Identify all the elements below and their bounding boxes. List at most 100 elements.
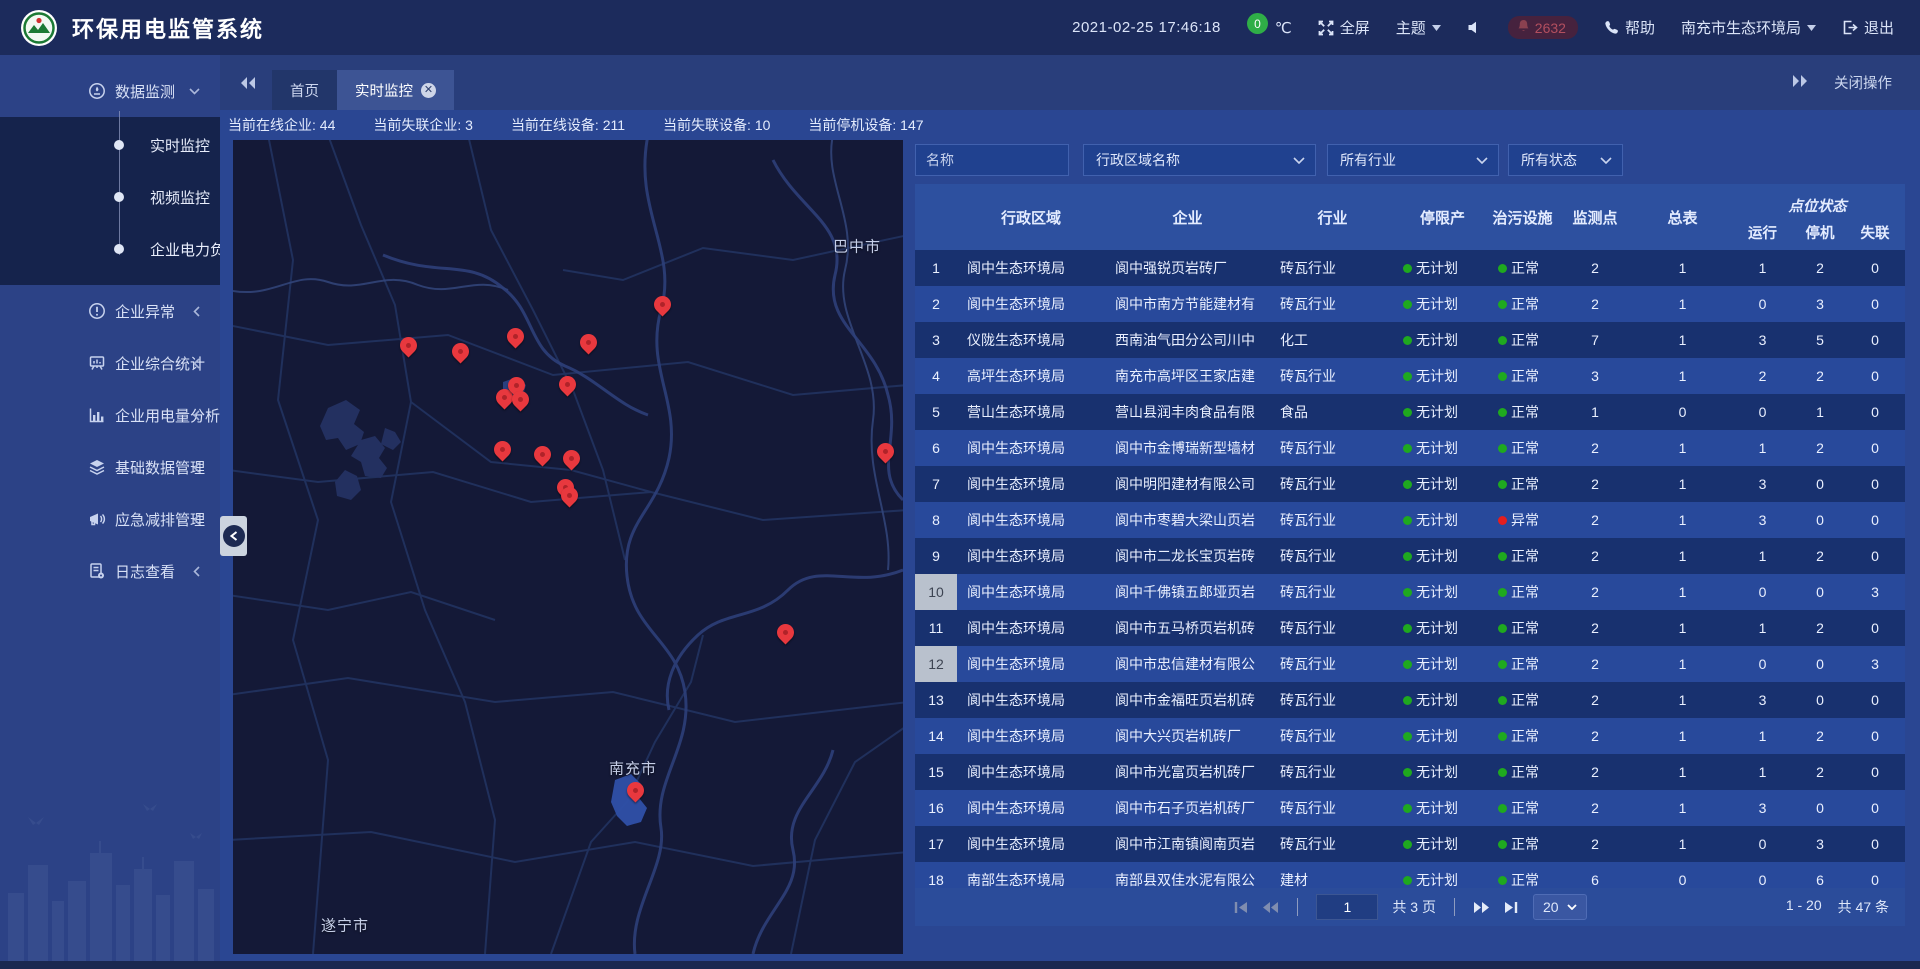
page-number-input[interactable] xyxy=(1316,894,1378,920)
sidebar-item-企业用电量分析[interactable]: 企业用电量分析 xyxy=(0,389,220,441)
cell-industry: 砖瓦行业 xyxy=(1270,826,1395,862)
sidebar-subitem-实时监控[interactable]: 实时监控 xyxy=(0,119,220,171)
cell-facility-status: 正常 xyxy=(1490,286,1555,322)
fullscreen-button[interactable]: 全屏 xyxy=(1318,17,1370,38)
main-area: 首页实时监控✕ 关闭操作 当前在线企业: 44当前失联企业: 3当前在线设备: … xyxy=(220,55,1920,969)
status-dot-green-icon xyxy=(1403,552,1412,561)
chevron-left-icon xyxy=(193,306,200,317)
sidebar-item-应急减排管理[interactable]: 应急减排管理 xyxy=(0,493,220,545)
sidebar-item-基础数据管理[interactable]: 基础数据管理 xyxy=(0,441,220,493)
cell-industry: 砖瓦行业 xyxy=(1270,286,1395,322)
table-row[interactable]: 6阆中生态环境局阆中市金博瑞新型墙材砖瓦行业无计划正常21120 xyxy=(915,430,1905,466)
help-button[interactable]: 帮助 xyxy=(1604,17,1655,38)
last-page-button[interactable] xyxy=(1504,901,1519,914)
chart-icon xyxy=(88,406,106,424)
column-header-enterprise: 企业 xyxy=(1105,184,1270,250)
cell-monitor-points: 2 xyxy=(1555,430,1635,466)
table-row[interactable]: 9阆中生态环境局阆中市二龙长宝页岩砖砖瓦行业无计划正常21120 xyxy=(915,538,1905,574)
exit-icon xyxy=(1842,20,1858,35)
megaphone-icon xyxy=(88,510,106,528)
logout-button[interactable]: 退出 xyxy=(1842,17,1894,38)
map-city-label-遂宁市: 遂宁市 xyxy=(321,915,369,936)
bullet-dot-icon xyxy=(114,244,124,254)
cell-running: 1 xyxy=(1730,610,1795,646)
status-filter-select[interactable]: 所有状态 xyxy=(1508,144,1623,176)
table-row[interactable]: 3仪陇生态环境局西南油气田分公司川中化工无计划正常71350 xyxy=(915,322,1905,358)
industry-filter-select[interactable]: 所有行业 xyxy=(1327,144,1499,176)
tabs-scroll-left-button[interactable] xyxy=(240,76,256,90)
table-row[interactable]: 16阆中生态环境局阆中市石子页岩机砖厂砖瓦行业无计划正常21300 xyxy=(915,790,1905,826)
table-row[interactable]: 4高坪生态环境局南充市高坪区王家店建砖瓦行业无计划正常31220 xyxy=(915,358,1905,394)
table-row[interactable]: 13阆中生态环境局阆中市金福旺页岩机砖砖瓦行业无计划正常21300 xyxy=(915,682,1905,718)
status-stat-当前在线设备: 当前在线设备: 211 xyxy=(511,115,625,135)
sidebar-subitem-视频监控[interactable]: 视频监控 xyxy=(0,171,220,223)
table-row[interactable]: 10阆中生态环境局阆中千佛镇五郎垭页岩砖瓦行业无计划正常21003 xyxy=(915,574,1905,610)
cell-facility-status: 正常 xyxy=(1490,790,1555,826)
map-collapse-button[interactable] xyxy=(220,516,247,556)
cell-facility-status: 正常 xyxy=(1490,826,1555,862)
city-skyline-decoration xyxy=(0,793,220,963)
cell-stop-plan: 无计划 xyxy=(1395,358,1490,394)
sidebar: 数据监测实时监控视频监控企业电力负荷明细企业异常企业综合统计企业用电量分析基础数… xyxy=(0,55,220,969)
map-canvas[interactable] xyxy=(233,140,903,954)
cell-stop-plan: 无计划 xyxy=(1395,502,1490,538)
table-row[interactable]: 14阆中生态环境局阆中大兴页岩机砖厂砖瓦行业无计划正常21120 xyxy=(915,718,1905,754)
mute-button[interactable] xyxy=(1467,20,1482,35)
prev-page-button[interactable] xyxy=(1262,901,1279,914)
name-filter-input[interactable] xyxy=(915,144,1069,176)
org-dropdown[interactable]: 南充市生态环境局 xyxy=(1681,17,1816,38)
next-page-button[interactable] xyxy=(1473,901,1490,914)
tab-close-icon[interactable]: ✕ xyxy=(421,83,436,98)
close-operations-button[interactable]: 关闭操作 xyxy=(1834,72,1892,93)
map-panel[interactable]: 巴中市南充市遂宁市 xyxy=(233,140,903,954)
table-row[interactable]: 15阆中生态环境局阆中市光富页岩机砖厂砖瓦行业无计划正常21120 xyxy=(915,754,1905,790)
table-row[interactable]: 1阆中生态环境局阆中强锐页岩砖厂砖瓦行业无计划正常21120 xyxy=(915,250,1905,286)
column-header-monitor-points: 监测点 xyxy=(1555,184,1635,250)
table-row[interactable]: 12阆中生态环境局阆中市忠信建材有限公砖瓦行业无计划正常21003 xyxy=(915,646,1905,682)
enterprise-table-panel: 行政区域名称 所有行业 所有状态 行政区域 企业 xyxy=(915,140,1905,954)
cell-monitor-points: 2 xyxy=(1555,646,1635,682)
cell-monitor-points: 2 xyxy=(1555,610,1635,646)
sidebar-item-数据监测[interactable]: 数据监测 xyxy=(0,65,220,117)
cell-region: 阆中生态环境局 xyxy=(957,790,1105,826)
cell-total-meters: 1 xyxy=(1635,430,1730,466)
table-row[interactable]: 17阆中生态环境局阆中市江南镇阆南页岩砖瓦行业无计划正常21030 xyxy=(915,826,1905,862)
table-row[interactable]: 5营山生态环境局营山县润丰肉食品有限食品无计划正常10010 xyxy=(915,394,1905,430)
page-size-select[interactable]: 20 xyxy=(1533,894,1587,920)
cell-disconnected: 0 xyxy=(1845,358,1905,394)
cell-enterprise: 南部县双佳水泥有限公 xyxy=(1105,862,1270,888)
cell-facility-status: 正常 xyxy=(1490,646,1555,682)
sidebar-subitem-企业电力负荷明细[interactable]: 企业电力负荷明细 xyxy=(0,223,220,275)
theme-dropdown[interactable]: 主题 xyxy=(1396,17,1441,38)
help-label: 帮助 xyxy=(1625,17,1655,38)
cell-stop-plan: 无计划 xyxy=(1395,322,1490,358)
cell-region: 高坪生态环境局 xyxy=(957,358,1105,394)
tab-实时监控[interactable]: 实时监控✕ xyxy=(337,70,454,110)
cell-monitor-points: 1 xyxy=(1555,394,1635,430)
table-row[interactable]: 7阆中生态环境局阆中明阳建材有限公司砖瓦行业无计划正常21300 xyxy=(915,466,1905,502)
cell-stopped: 2 xyxy=(1795,754,1845,790)
tab-首页[interactable]: 首页 xyxy=(272,70,337,110)
table-row[interactable]: 11阆中生态环境局阆中市五马桥页岩机砖砖瓦行业无计划正常21120 xyxy=(915,610,1905,646)
cell-enterprise: 阆中市江南镇阆南页岩 xyxy=(1105,826,1270,862)
sidebar-item-企业综合统计[interactable]: 企业综合统计 xyxy=(0,337,220,389)
cell-facility-status: 正常 xyxy=(1490,862,1555,888)
cell-stopped: 2 xyxy=(1795,538,1845,574)
sidebar-item-日志查看[interactable]: 日志查看 xyxy=(0,545,220,597)
cell-stop-plan: 无计划 xyxy=(1395,718,1490,754)
sidebar-item-企业异常[interactable]: 企业异常 xyxy=(0,285,220,337)
table-row[interactable]: 2阆中生态环境局阆中市南方节能建材有砖瓦行业无计划正常21030 xyxy=(915,286,1905,322)
cell-stop-plan: 无计划 xyxy=(1395,862,1490,888)
table-row[interactable]: 8阆中生态环境局阆中市枣碧大梁山页岩砖瓦行业无计划异常21300 xyxy=(915,502,1905,538)
cell-total-meters: 1 xyxy=(1635,322,1730,358)
cell-disconnected: 0 xyxy=(1845,718,1905,754)
first-page-button[interactable] xyxy=(1233,901,1248,914)
org-label: 南充市生态环境局 xyxy=(1681,17,1801,38)
cell-running: 3 xyxy=(1730,502,1795,538)
region-filter-select[interactable]: 行政区域名称 xyxy=(1083,144,1316,176)
table-row[interactable]: 18南部生态环境局南部县双佳水泥有限公建材无计划正常60060 xyxy=(915,862,1905,888)
tabs-scroll-right-button[interactable] xyxy=(1792,74,1808,92)
notification-badge[interactable]: 2632 xyxy=(1508,16,1578,39)
cell-disconnected: 0 xyxy=(1845,790,1905,826)
chevron-down-icon xyxy=(1293,157,1305,164)
